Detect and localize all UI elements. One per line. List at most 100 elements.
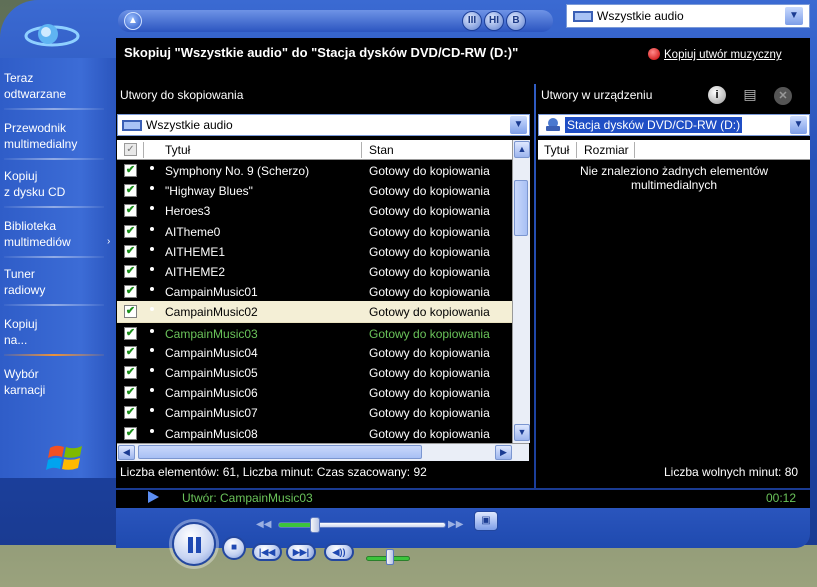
row-checkbox[interactable]: ✔ (124, 244, 137, 258)
table-row[interactable]: ✔ Heroes3 Gotowy do kopiowania (117, 200, 512, 222)
table-row[interactable]: ✔ CampainMusic05 Gotowy do kopiowania (117, 362, 512, 384)
row-title: CampainMusic01 (165, 285, 258, 300)
bullet-icon (150, 267, 154, 271)
table-row[interactable]: ✔ CampainMusic01 Gotowy do kopiowania (117, 281, 512, 303)
row-title: Heroes3 (165, 204, 211, 219)
scroll-down-button[interactable]: ▼ (514, 424, 530, 441)
sidebar-item-label: radiowy (4, 283, 46, 297)
bullet-icon (150, 226, 154, 231)
scroll-up-button[interactable]: ▲ (514, 141, 530, 158)
sidebar-item-media-guide[interactable]: Przewodnik multimedialny (4, 120, 110, 160)
table-row[interactable]: ✔ CampainMusic06 Gotowy do kopiowania (117, 382, 512, 404)
sidebar-item-now-playing[interactable]: Teraz odtwarzane (4, 70, 110, 110)
source-select[interactable]: Wszystkie audio ▼ (117, 114, 530, 136)
bullet-icon (150, 166, 154, 170)
row-checkbox[interactable]: ✔ (124, 305, 137, 319)
collapse-taskbar-button[interactable]: ▲ (124, 12, 142, 30)
sidebar-item-copy-to[interactable]: Kopiuj na... (4, 316, 110, 356)
row-checkbox[interactable]: ✔ (124, 204, 137, 218)
previous-button[interactable]: |◀◀ (252, 543, 282, 561)
row-checkbox[interactable]: ✔ (124, 265, 137, 278)
volume-thumb[interactable] (386, 549, 394, 565)
row-state: Gotowy do kopiowania (369, 305, 490, 320)
table-row[interactable]: ✔ CampainMusic04 Gotowy do kopiowania (117, 342, 512, 364)
chevron-down-icon[interactable]: ▼ (510, 116, 527, 134)
table-row[interactable]: ✔ AITheme0 Gotowy do kopiowania (117, 221, 512, 243)
row-checkbox[interactable]: ✔ (124, 386, 137, 400)
horizontal-scroll-thumb[interactable] (138, 445, 422, 459)
row-title: CampainMusic05 (165, 366, 258, 380)
sidebar-item-rip-cd[interactable]: Kopiuj z dysku CD (4, 168, 110, 208)
device-options-icon[interactable]: ▤ (742, 86, 758, 104)
bullet-icon (150, 408, 154, 413)
copy-music-button[interactable]: Kopiuj utwór muzyczny (648, 48, 782, 61)
row-checkbox[interactable]: ✔ (124, 345, 137, 359)
table-row[interactable]: ✔ CampainMusic02 Gotowy do kopiowania (117, 301, 512, 324)
seek-thumb[interactable] (310, 517, 320, 533)
row-title: CampainMusic04 (165, 345, 258, 360)
info-icon[interactable]: i (708, 86, 726, 104)
column-header-size[interactable]: Rozmiar (584, 143, 629, 157)
table-row[interactable]: ✔ "Highway Blues" Gotowy do kopiowania (117, 180, 512, 202)
copy-music-label: Kopiuj utwór muzyczny (664, 49, 782, 61)
row-title: CampainMusic06 (165, 386, 258, 401)
table-row[interactable]: ✔ AITHEME2 Gotowy do kopiowania (117, 261, 512, 283)
sidebar-item-media-library[interactable]: Biblioteka multimediów (4, 218, 110, 258)
table-row[interactable]: ✔ Symphony No. 9 (Scherzo) Gotowy do kopio… (117, 160, 512, 182)
bullet-icon (150, 246, 154, 251)
stop-button[interactable]: ■ (222, 536, 246, 560)
sidebar-item-label: odtwarzane (4, 87, 67, 101)
column-header-title[interactable]: Tytuł (165, 143, 190, 157)
row-state: Gotowy do kopiowania (369, 366, 490, 380)
source-dropdown[interactable]: Wszystkie audio ▼ (566, 4, 810, 28)
row-checkbox[interactable]: ✔ (124, 285, 137, 299)
table-row[interactable]: ✔ CampainMusic07 Gotowy do kopiowania (117, 402, 512, 424)
row-title: AITHEME2 (165, 265, 226, 279)
row-state: Gotowy do kopiowania (369, 326, 490, 341)
delete-icon[interactable]: ✕ (774, 87, 792, 105)
row-checkbox[interactable]: ✔ (124, 426, 137, 440)
row-checkbox[interactable]: ✔ (124, 406, 137, 420)
table-row[interactable]: ✔ AITHEME1 Gotowy do kopiowania (117, 241, 512, 263)
sidebar-item-skin-chooser[interactable]: Wybór karnacji (4, 366, 110, 398)
mini-player-button[interactable]: ▣ (474, 511, 498, 531)
table-row[interactable]: ✔ CampainMusic08 Gotowy do kopiowania (117, 423, 512, 443)
row-checkbox[interactable]: ✔ (124, 326, 137, 340)
next-button[interactable]: ▶▶| (286, 543, 316, 561)
scroll-right-button[interactable]: ▶ (495, 445, 512, 460)
row-checkbox[interactable]: ✔ (124, 224, 137, 238)
visualizer-button[interactable]: III (462, 11, 482, 31)
column-separator (361, 142, 362, 158)
record-icon (648, 48, 660, 60)
chevron-down-icon[interactable]: ▼ (785, 7, 803, 25)
row-state: Gotowy do kopiowania (369, 204, 490, 219)
now-playing-track: Utwór: CampainMusic03 (182, 491, 313, 505)
bullet-icon (150, 428, 154, 433)
column-header-title[interactable]: Tytuł (544, 143, 569, 157)
chevron-down-icon[interactable]: ▼ (790, 116, 807, 134)
row-title: CampainMusic07 (165, 406, 258, 421)
table-row[interactable]: ✔ CampainMusic03 Gotowy do kopiowania (117, 321, 512, 344)
pause-button[interactable] (172, 522, 216, 566)
elapsed-time: 00:12 (766, 491, 797, 505)
info-button[interactable]: B (506, 11, 526, 31)
empty-message-line: multimedialnych (630, 178, 718, 192)
row-checkbox[interactable]: ✔ (124, 164, 137, 177)
row-title: AITHEME1 (165, 244, 226, 259)
media-library-icon (573, 11, 593, 22)
vertical-scroll-thumb[interactable] (514, 180, 528, 236)
scroll-left-button[interactable]: ◀ (118, 445, 135, 460)
mute-button[interactable]: ◀)) (324, 543, 354, 561)
equalizer-button[interactable]: HI (484, 11, 504, 31)
row-checkbox[interactable]: ✔ (124, 366, 137, 379)
sidebar-item-label: Tuner (4, 267, 35, 281)
sidebar-item-radio-tuner[interactable]: Tuner radiowy (4, 266, 110, 306)
source-dropdown-value: Wszystkie audio (597, 9, 684, 23)
row-checkbox[interactable]: ✔ (124, 184, 137, 198)
select-all-checkbox[interactable]: ✓ (124, 143, 137, 156)
column-header-state[interactable]: Stan (369, 143, 394, 157)
sidebar-item-label: karnacji (4, 383, 46, 397)
row-state: Gotowy do kopiowania (369, 224, 490, 239)
device-select[interactable]: Stacja dysków DVD/CD-RW (D:) ▼ (538, 114, 810, 136)
sidebar-item-label: Teraz (4, 71, 34, 85)
